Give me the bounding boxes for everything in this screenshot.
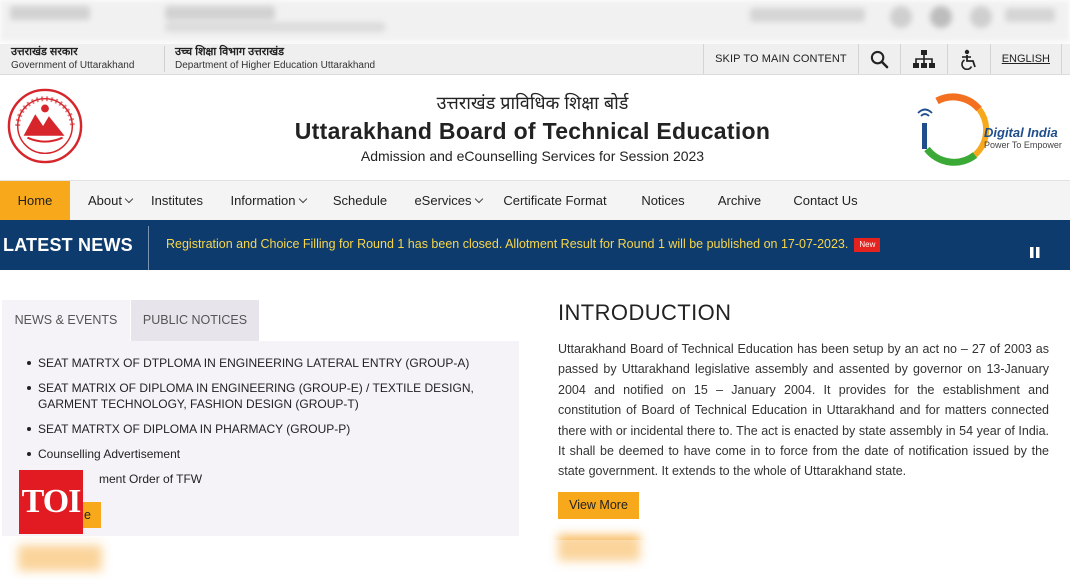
news-list-item[interactable]: SEAT MATRTX OF DIPLOMA IN PHARMACY (GROU…	[27, 421, 497, 437]
nav-item-information[interactable]: Information	[216, 181, 320, 220]
sitemap-icon	[912, 50, 935, 68]
news-divider	[148, 226, 149, 270]
nav-item-contact-us[interactable]: Contact Us	[767, 181, 884, 220]
tab-public-notices[interactable]: PUBLIC NOTICES	[131, 300, 259, 341]
nav-item-archive[interactable]: Archive	[712, 181, 767, 220]
news-ticker-item[interactable]: Registration and Choice Filling for Roun…	[166, 220, 881, 270]
nav-label: Certificate Format	[503, 193, 607, 208]
nav-label: eServices	[414, 193, 472, 208]
nav-label: Schedule	[332, 193, 388, 208]
introduction-text: Uttarakhand Board of Technical Education…	[558, 342, 1049, 479]
board-title: Uttarakhand Board of Technical Education	[294, 118, 771, 144]
chevron-down-icon	[124, 194, 134, 203]
latest-news-bar: LATEST NEWS Registration and Choice Fill…	[0, 220, 1070, 270]
site-header: उत्तराखंड प्राविधिक शिक्षा बोर्ड Uttarak…	[0, 75, 1070, 180]
dept-higher-education-link[interactable]: उच्च शिक्षा विभाग उत्तराखंड Department o…	[164, 46, 375, 72]
bottom-blur-overlay	[0, 540, 1070, 579]
news-list-item[interactable]: Counselling Advertisement	[27, 446, 497, 462]
view-more-button[interactable]: View More	[558, 492, 639, 519]
search-icon	[870, 50, 889, 68]
tab-news-events[interactable]: NEWS & EVENTS	[2, 300, 130, 341]
nav-item-eservices[interactable]: eServices	[400, 181, 496, 220]
nav-label: About	[88, 193, 122, 208]
chevron-down-icon	[474, 194, 483, 203]
browser-top-blur	[0, 0, 1070, 42]
news-list: SEAT MATRTX OF DTPLOMA IN ENGINEERING LA…	[27, 355, 497, 496]
new-badge: New	[854, 237, 881, 252]
nav-item-about[interactable]: About	[70, 181, 138, 220]
nav-label: Institutes	[150, 193, 204, 208]
toi-watermark-logo: TOI	[19, 470, 83, 534]
main-nav: Home About Institutes Information Schedu…	[0, 180, 1070, 220]
nav-label: Information	[230, 193, 296, 208]
accessibility-button[interactable]	[946, 44, 990, 74]
nav-label: Archive	[717, 193, 762, 208]
board-title-hindi: उत्तराखंड प्राविधिक शिक्षा बोर्ड	[436, 93, 629, 113]
nav-label: Notices	[641, 193, 685, 208]
gov-uttarakhand-link[interactable]: उत्तराखंड सरकार Government of Uttarakhan…	[11, 46, 134, 72]
language-toggle[interactable]: ENGLISH	[989, 44, 1062, 74]
nav-item-schedule[interactable]: Schedule	[320, 181, 400, 220]
latest-news-label: LATEST NEWS	[3, 235, 133, 255]
chevron-down-icon	[298, 194, 307, 203]
news-list-item[interactable]: SEAT MATRIX OF DIPLOMA IN ENGINEERING (G…	[27, 380, 497, 412]
nav-item-notices[interactable]: Notices	[614, 181, 712, 220]
digital-india-label: Digital India	[984, 125, 1058, 140]
government-bar: उत्तराखंड सरकार Government of Uttarakhan…	[0, 44, 1070, 75]
news-tabs: NEWS & EVENTS PUBLIC NOTICES	[2, 300, 519, 341]
dept-hindi-label: उच्च शिक्षा विभाग उत्तराखंड	[175, 46, 284, 58]
pause-icon[interactable]	[1029, 246, 1041, 259]
sitemap-button[interactable]	[899, 44, 947, 74]
nav-item-home[interactable]: Home	[0, 181, 70, 220]
nav-label: Contact Us	[793, 193, 858, 208]
gov-hindi-label: उत्तराखंड सरकार	[11, 46, 78, 58]
nav-item-certificate-format[interactable]: Certificate Format	[496, 181, 614, 220]
introduction-heading: INTRODUCTION	[558, 300, 732, 325]
news-list-item[interactable]: SEAT MATRTX OF DTPLOMA IN ENGINEERING LA…	[27, 355, 497, 371]
skip-to-main-content-link[interactable]: SKIP TO MAIN CONTENT	[703, 44, 858, 74]
nav-item-institutes[interactable]: Institutes	[138, 181, 216, 220]
dept-english-label: Department of Higher Education Uttarakha…	[175, 60, 376, 71]
gov-english-label: Government of Uttarakhand	[11, 60, 135, 71]
search-button[interactable]	[857, 44, 900, 74]
news-ticker-text: Registration and Choice Filling for Roun…	[166, 237, 849, 251]
news-view-more-label: e	[84, 508, 91, 522]
news-list-item[interactable]: ment Order of TFW	[27, 471, 497, 487]
board-subtitle: Admission and eCounselling Services for …	[360, 148, 705, 164]
accessibility-icon	[960, 49, 976, 70]
nav-label: Home	[17, 193, 53, 208]
digital-india-tagline: Power To Empower	[984, 140, 1062, 150]
